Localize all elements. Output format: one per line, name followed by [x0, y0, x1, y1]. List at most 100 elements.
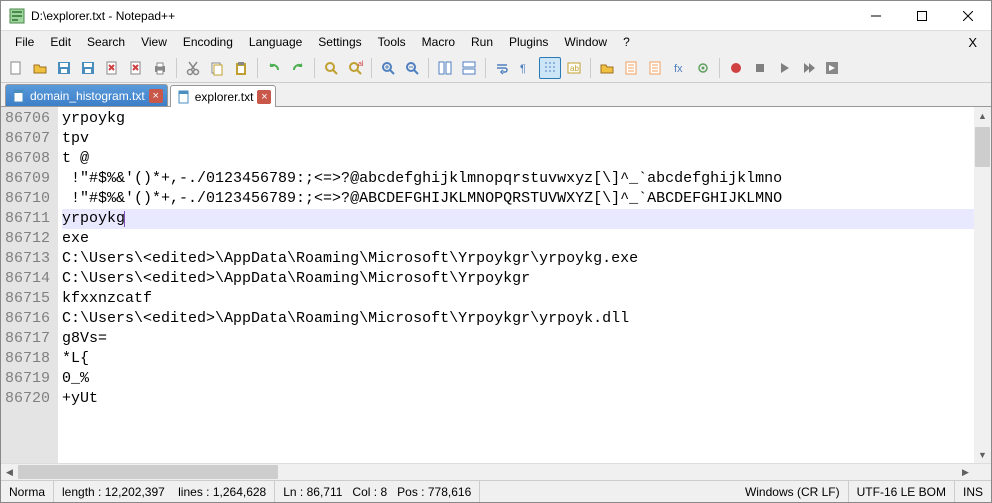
- minimize-button[interactable]: [853, 1, 899, 31]
- code-line: g8Vs=: [62, 329, 974, 349]
- code-line: t @: [62, 149, 974, 169]
- horizontal-scrollbar[interactable]: ◀ ▶: [1, 463, 991, 480]
- play-macro-button[interactable]: [773, 57, 795, 79]
- new-file-icon: [8, 60, 24, 76]
- menu-help[interactable]: ?: [615, 33, 638, 51]
- toolbar-separator: [257, 58, 258, 78]
- menu-settings[interactable]: Settings: [310, 33, 369, 51]
- scroll-right-arrow[interactable]: ▶: [957, 464, 974, 480]
- menu-tools[interactable]: Tools: [370, 33, 414, 51]
- show-all-button[interactable]: ¶: [515, 57, 537, 79]
- new-file-button[interactable]: [5, 57, 27, 79]
- tab-explorer-txt[interactable]: explorer.txt×: [170, 85, 277, 107]
- code-line: yrpoykg: [62, 209, 974, 229]
- tab-domain_histogram-txt[interactable]: domain_histogram.txt×: [5, 84, 168, 106]
- close-all-button[interactable]: [125, 57, 147, 79]
- save-button[interactable]: [53, 57, 75, 79]
- function-list-button[interactable]: fx: [668, 57, 690, 79]
- folder-explorer-button[interactable]: [596, 57, 618, 79]
- indent-guide-icon: [542, 60, 558, 76]
- sync-h-button[interactable]: [458, 57, 480, 79]
- menu-view[interactable]: View: [133, 33, 175, 51]
- line-number: 86711: [5, 209, 50, 229]
- doc-map-button[interactable]: [620, 57, 642, 79]
- print-button[interactable]: [149, 57, 171, 79]
- file-icon: [12, 89, 26, 103]
- zoom-out-icon: [404, 60, 420, 76]
- status-length-label: length :: [62, 485, 101, 499]
- app-icon: [9, 8, 25, 24]
- code-line: C:\Users\<edited>\AppData\Roaming\Micros…: [62, 309, 974, 329]
- print-icon: [152, 60, 168, 76]
- close-button[interactable]: [101, 57, 123, 79]
- toolbar: ab ¶ ab fx: [1, 53, 991, 83]
- toolbar-separator: [590, 58, 591, 78]
- indent-guide-button[interactable]: [539, 57, 561, 79]
- redo-button[interactable]: [287, 57, 309, 79]
- menu-encoding[interactable]: Encoding: [175, 33, 241, 51]
- toolbar-separator: [176, 58, 177, 78]
- word-wrap-button[interactable]: [491, 57, 513, 79]
- replace-button[interactable]: ab: [344, 57, 366, 79]
- text-caret: [124, 211, 125, 227]
- vertical-scrollbar[interactable]: ▲ ▼: [974, 107, 991, 463]
- svg-text:ab: ab: [570, 64, 579, 73]
- tab-close-button[interactable]: ×: [257, 90, 271, 104]
- tabbar: domain_histogram.txt×explorer.txt×: [1, 83, 991, 107]
- line-number: 86715: [5, 289, 50, 309]
- zoom-out-button[interactable]: [401, 57, 423, 79]
- status-lines-value: 1,264,628: [213, 485, 266, 499]
- stop-macro-button[interactable]: [749, 57, 771, 79]
- monitoring-button[interactable]: [692, 57, 714, 79]
- menu-language[interactable]: Language: [241, 33, 310, 51]
- scroll-corner: [974, 464, 991, 480]
- menu-window[interactable]: Window: [556, 33, 615, 51]
- zoom-in-button[interactable]: [377, 57, 399, 79]
- save-all-button[interactable]: [77, 57, 99, 79]
- status-length-value: 12,202,397: [105, 485, 165, 499]
- vertical-scroll-thumb[interactable]: [975, 127, 990, 167]
- status-cursor: Ln : 86,711 Col : 8 Pos : 778,616: [275, 481, 480, 502]
- open-file-button[interactable]: [29, 57, 51, 79]
- status-pos-label: Pos :: [397, 485, 424, 499]
- paste-button[interactable]: [230, 57, 252, 79]
- menu-close-button[interactable]: X: [960, 33, 985, 52]
- menu-edit[interactable]: Edit: [42, 33, 79, 51]
- doc-list-button[interactable]: [644, 57, 666, 79]
- record-macro-button[interactable]: [725, 57, 747, 79]
- status-ln-value: 86,711: [307, 485, 343, 499]
- menu-macro[interactable]: Macro: [414, 33, 463, 51]
- close-all-icon: [128, 60, 144, 76]
- menu-file[interactable]: File: [7, 33, 42, 51]
- line-number: 86717: [5, 329, 50, 349]
- copy-button[interactable]: [206, 57, 228, 79]
- cut-button[interactable]: [182, 57, 204, 79]
- scroll-left-arrow[interactable]: ◀: [1, 464, 18, 480]
- menu-run[interactable]: Run: [463, 33, 501, 51]
- menu-search[interactable]: Search: [79, 33, 133, 51]
- scroll-down-arrow[interactable]: ▼: [974, 446, 991, 463]
- save-macro-button[interactable]: [821, 57, 843, 79]
- save-macro-icon: [824, 60, 840, 76]
- scroll-up-arrow[interactable]: ▲: [974, 107, 991, 124]
- maximize-button[interactable]: [899, 1, 945, 31]
- close-button[interactable]: [945, 1, 991, 31]
- sync-v-button[interactable]: [434, 57, 456, 79]
- toolbar-separator: [314, 58, 315, 78]
- find-button[interactable]: [320, 57, 342, 79]
- menu-plugins[interactable]: Plugins: [501, 33, 556, 51]
- undo-button[interactable]: [263, 57, 285, 79]
- horizontal-scroll-thumb[interactable]: [18, 465, 278, 479]
- tab-close-button[interactable]: ×: [149, 89, 163, 103]
- paste-icon: [233, 60, 249, 76]
- user-lang-button[interactable]: ab: [563, 57, 585, 79]
- stop-macro-icon: [752, 60, 768, 76]
- code-line: tpv: [62, 129, 974, 149]
- play-multi-button[interactable]: [797, 57, 819, 79]
- code-area[interactable]: yrpoykgtpvt @ !"#$%&'()*+,-./0123456789:…: [58, 107, 974, 463]
- copy-icon: [209, 60, 225, 76]
- line-number: 86714: [5, 269, 50, 289]
- cut-icon: [185, 60, 201, 76]
- code-line: C:\Users\<edited>\AppData\Roaming\Micros…: [62, 249, 974, 269]
- status-encoding: UTF-16 LE BOM: [849, 481, 955, 502]
